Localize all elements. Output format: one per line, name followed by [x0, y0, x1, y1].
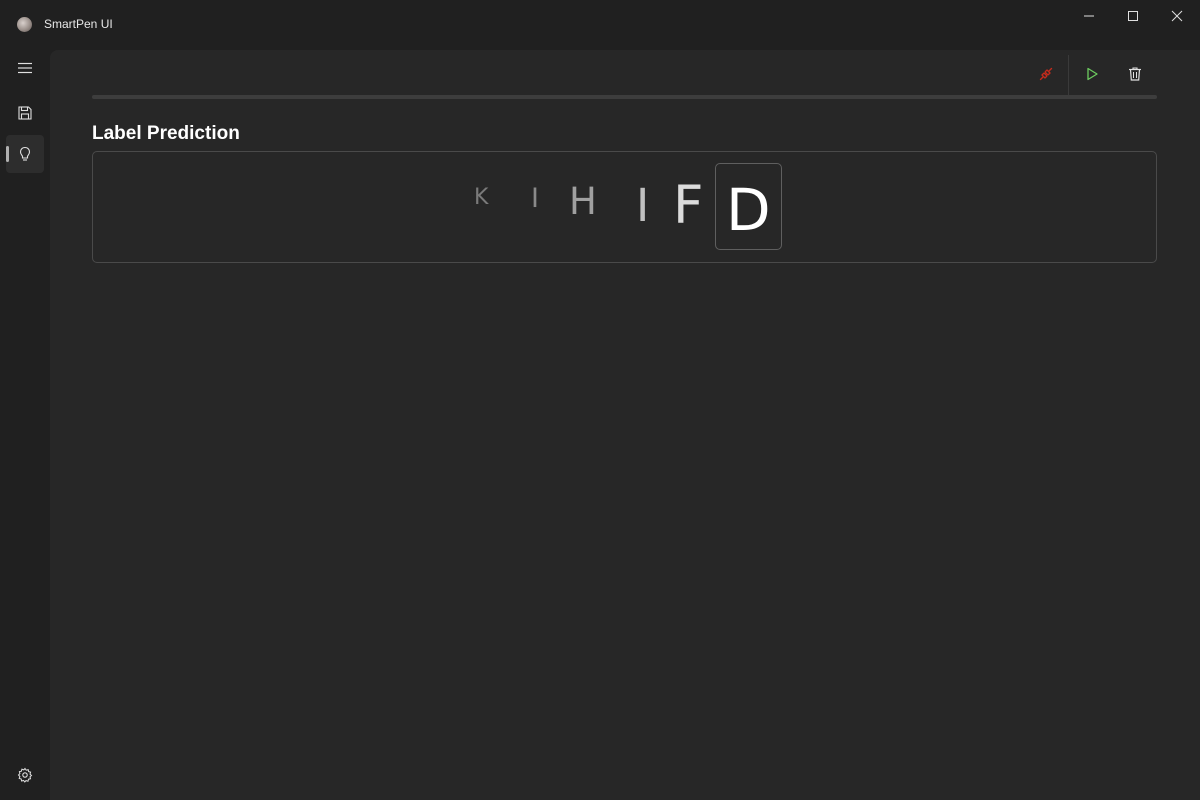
prediction-letter: I [531, 183, 539, 214]
window-title: SmartPen UI [44, 17, 113, 31]
trash-icon [1129, 67, 1141, 81]
minimize-button[interactable] [1066, 0, 1112, 32]
prediction-letter: I [636, 179, 650, 232]
progress-bar [92, 95, 1157, 99]
main-content: Label Prediction K I H I F D [50, 50, 1200, 800]
maximize-button[interactable] [1110, 0, 1156, 32]
toolbar-separator [1068, 55, 1069, 95]
connection-status-button[interactable] [1026, 58, 1066, 90]
play-button[interactable] [1072, 58, 1112, 90]
prediction-panel: K I H I F D [92, 151, 1157, 263]
lightbulb-icon [19, 146, 31, 161]
nav-item-prediction[interactable] [6, 135, 44, 173]
current-prediction-letter: D [726, 176, 771, 244]
prediction-letter: H [569, 180, 597, 223]
app-window: SmartPen UI Label Prediction K I H I F D [0, 0, 1200, 800]
delete-button[interactable] [1115, 58, 1155, 90]
nav-menu-button[interactable] [6, 49, 44, 87]
close-icon [1171, 10, 1183, 22]
current-prediction-box: D [715, 163, 782, 250]
save-icon [18, 106, 32, 120]
disconnected-link-icon [1039, 67, 1053, 81]
title-bar: SmartPen UI [0, 0, 1200, 50]
hamburger-menu-icon [18, 62, 32, 74]
nav-settings-button[interactable] [6, 756, 44, 794]
section-title: Label Prediction [92, 123, 240, 144]
prediction-letter: F [673, 175, 704, 236]
maximize-icon [1128, 11, 1138, 21]
nav-selection-indicator [6, 146, 9, 162]
prediction-letter: K [474, 185, 489, 210]
minimize-icon [1084, 15, 1094, 17]
close-button[interactable] [1154, 0, 1200, 32]
gear-icon [17, 767, 33, 783]
nav-item-save[interactable] [6, 94, 44, 132]
app-logo-icon [17, 17, 32, 32]
play-icon [1087, 67, 1098, 81]
